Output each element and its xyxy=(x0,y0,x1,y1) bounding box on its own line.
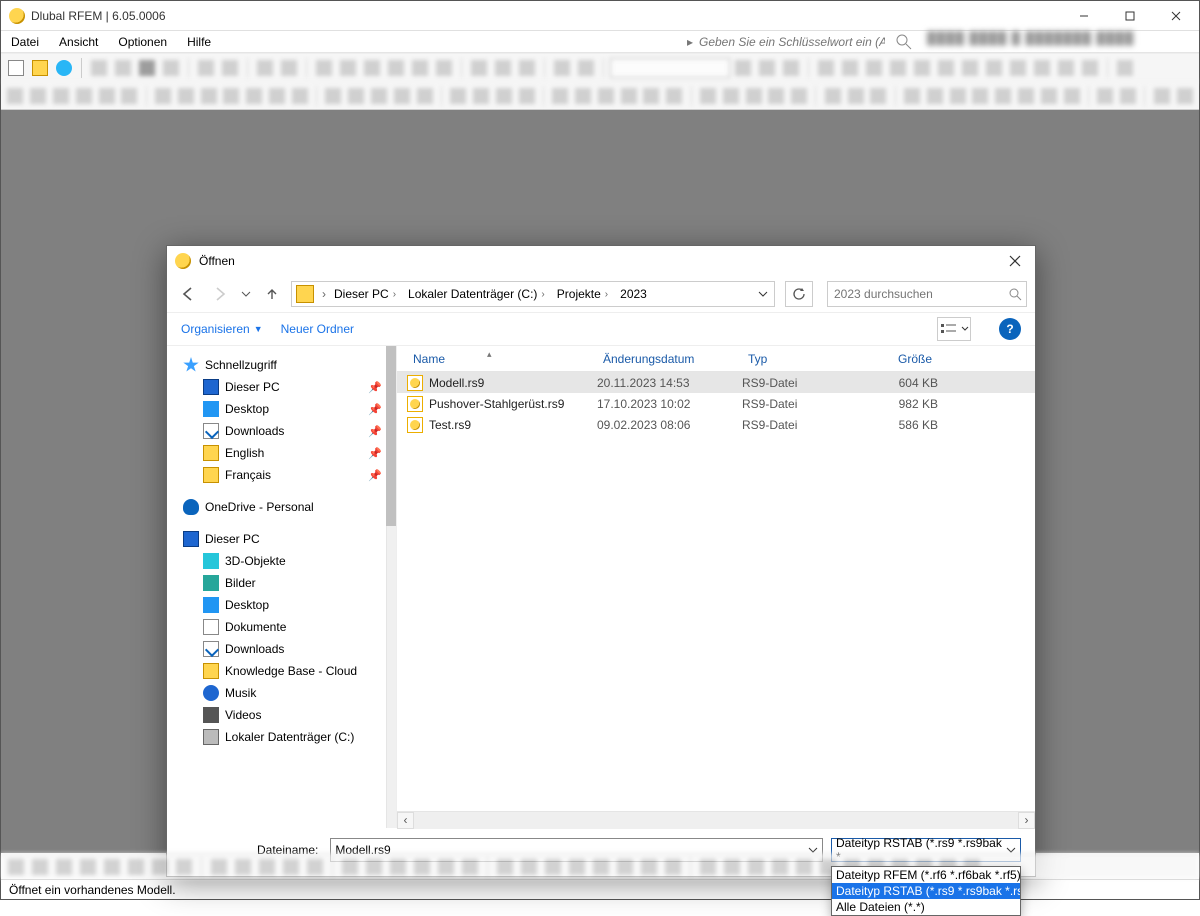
window-minimize-button[interactable] xyxy=(1061,1,1107,31)
toolbar-row-2 xyxy=(1,81,1199,109)
filetype-listbox[interactable]: Dateityp RFEM (*.rf6 *.rf6bak *.rf5)Date… xyxy=(831,866,1021,916)
search-icon xyxy=(1008,287,1022,301)
crumb-disk[interactable]: Lokaler Datenträger (C:)› xyxy=(402,282,551,306)
nav-pinned-item[interactable]: Français📌 xyxy=(173,464,386,486)
sort-asc-icon: ▴ xyxy=(487,349,492,360)
file-row[interactable]: Modell.rs920.11.2023 14:53RS9-Datei604 K… xyxy=(397,372,1035,393)
filetype-option[interactable]: Dateityp RFEM (*.rf6 *.rf6bak *.rf5) xyxy=(832,867,1020,883)
app-title: Dlubal RFEM | 6.05.0006 xyxy=(31,9,166,23)
nav-pinned-item[interactable]: Dieser PC📌 xyxy=(173,376,386,398)
menu-datei[interactable]: Datei xyxy=(1,31,49,52)
workspace: Öffnen xyxy=(1,110,1199,853)
nav-pinned-item[interactable]: English📌 xyxy=(173,442,386,464)
breadcrumb-bar[interactable]: › Dieser PC› Lokaler Datenträger (C:)› P… xyxy=(291,281,775,307)
search-icon xyxy=(895,33,913,51)
nav-pc-child[interactable]: Desktop xyxy=(173,594,386,616)
nav-recent-dropdown[interactable] xyxy=(239,281,253,307)
new-folder-button[interactable]: Neuer Ordner xyxy=(281,322,354,336)
nav-pinned-item[interactable]: Downloads📌 xyxy=(173,420,386,442)
navigation-pane: SchnellzugriffDieser PC📌Desktop📌Download… xyxy=(167,346,397,828)
menu-optionen[interactable]: Optionen xyxy=(108,31,177,52)
nav-up-button[interactable] xyxy=(259,281,285,307)
nav-pc-child[interactable]: Downloads xyxy=(173,638,386,660)
nav-pc-child[interactable]: Videos xyxy=(173,704,386,726)
file-listpane: Name▴ Änderungsdatum Typ Größe Modell.rs… xyxy=(397,346,1035,828)
col-date: Änderungsdatum xyxy=(597,352,742,366)
nav-quick-access[interactable]: Schnellzugriff xyxy=(173,354,386,376)
organize-menu[interactable]: Organisieren ▼ xyxy=(181,322,263,336)
tb-cloud[interactable] xyxy=(53,57,75,79)
column-headers[interactable]: Name▴ Änderungsdatum Typ Größe xyxy=(397,346,1035,372)
titlebar: Dlubal RFEM | 6.05.0006 xyxy=(1,1,1199,31)
play-icon: ▸ xyxy=(687,35,693,49)
status-text: Öffnet ein vorhandenes Modell. xyxy=(9,883,176,897)
window-maximize-button[interactable] xyxy=(1107,1,1153,31)
crumb-projekte[interactable]: Projekte› xyxy=(551,282,614,306)
nav-back-button[interactable] xyxy=(175,281,201,307)
window-close-button[interactable] xyxy=(1153,1,1199,31)
nav-pc-child[interactable]: 3D-Objekte xyxy=(173,550,386,572)
view-mode-dropdown[interactable] xyxy=(937,317,971,341)
menu-ansicht[interactable]: Ansicht xyxy=(49,31,108,52)
command-row: Organisieren ▼ Neuer Ordner ? xyxy=(167,312,1035,346)
nav-pc-child[interactable]: Dokumente xyxy=(173,616,386,638)
menu-hilfe[interactable]: Hilfe xyxy=(177,31,221,52)
rs9-file-icon xyxy=(407,417,423,433)
nav-this-pc[interactable]: Dieser PC xyxy=(173,528,386,550)
file-list-hscroll[interactable]: ‹ › xyxy=(397,811,1035,828)
col-name: Name▴ xyxy=(407,352,597,366)
col-size: Größe xyxy=(860,352,938,366)
app-window: Dlubal RFEM | 6.05.0006 Datei Ansicht Op… xyxy=(0,0,1200,900)
navpane-scrollbar[interactable] xyxy=(386,346,396,828)
nav-forward-button[interactable] xyxy=(207,281,233,307)
dialog-icon xyxy=(175,253,191,269)
dialog-close-button[interactable] xyxy=(995,246,1035,276)
refresh-button[interactable] xyxy=(785,281,813,307)
tb-new[interactable] xyxy=(5,57,27,79)
crumb-2023[interactable]: 2023 xyxy=(614,282,653,306)
pin-icon: 📌 xyxy=(368,403,382,416)
menubar: Datei Ansicht Optionen Hilfe ▸ ████ ████… xyxy=(1,31,1199,53)
nav-pinned-item[interactable]: Desktop📌 xyxy=(173,398,386,420)
folder-icon xyxy=(296,285,314,303)
rs9-file-icon xyxy=(407,375,423,391)
pin-icon: 📌 xyxy=(368,381,382,394)
app-icon xyxy=(9,8,25,24)
nav-pc-child[interactable]: Bilder xyxy=(173,572,386,594)
crumb-pc[interactable]: Dieser PC› xyxy=(328,282,402,306)
nav-pc-child[interactable]: Lokaler Datenträger (C:) xyxy=(173,726,386,748)
nav-onedrive[interactable]: OneDrive - Personal xyxy=(173,496,386,518)
dialog-searchbox[interactable] xyxy=(827,281,1027,307)
file-row[interactable]: Pushover-Stahlgerüst.rs917.10.2023 10:02… xyxy=(397,393,1035,414)
keyword-search-input[interactable] xyxy=(697,33,887,51)
nav-pc-child[interactable]: Musik xyxy=(173,682,386,704)
pin-icon: 📌 xyxy=(368,469,382,482)
dialog-search-input[interactable] xyxy=(832,286,1008,302)
main-toolbars xyxy=(1,53,1199,110)
hscroll-right[interactable]: › xyxy=(1018,812,1035,829)
hscroll-left[interactable]: ‹ xyxy=(397,812,414,829)
pin-icon: 📌 xyxy=(368,447,382,460)
dialog-titlebar: Öffnen xyxy=(167,246,1035,276)
tb-open[interactable] xyxy=(29,57,51,79)
dialog-navrow: › Dieser PC› Lokaler Datenträger (C:)› P… xyxy=(167,276,1035,312)
help-button[interactable]: ? xyxy=(999,318,1021,340)
licence-info: ████ ████ █ ███████ ████ xyxy=(919,31,1199,52)
col-type: Typ xyxy=(742,352,860,366)
nav-pc-child[interactable]: Knowledge Base - Cloud xyxy=(173,660,386,682)
dialog-title: Öffnen xyxy=(199,254,235,268)
filetype-option[interactable]: Alle Dateien (*.*) xyxy=(832,899,1020,915)
keyword-search[interactable]: ▸ xyxy=(681,31,919,52)
rs9-file-icon xyxy=(407,396,423,412)
open-dialog: Öffnen xyxy=(166,245,1036,877)
file-row[interactable]: Test.rs909.02.2023 08:06RS9-Datei586 KB xyxy=(397,414,1035,435)
file-list[interactable]: Modell.rs920.11.2023 14:53RS9-Datei604 K… xyxy=(397,372,1035,811)
breadcrumb-dropdown[interactable] xyxy=(754,282,772,306)
pin-icon: 📌 xyxy=(368,425,382,438)
toolbar-row-1 xyxy=(1,53,1199,81)
filetype-option[interactable]: Dateityp RSTAB (*.rs9 *.rs9bak *.rs8) xyxy=(832,883,1020,899)
